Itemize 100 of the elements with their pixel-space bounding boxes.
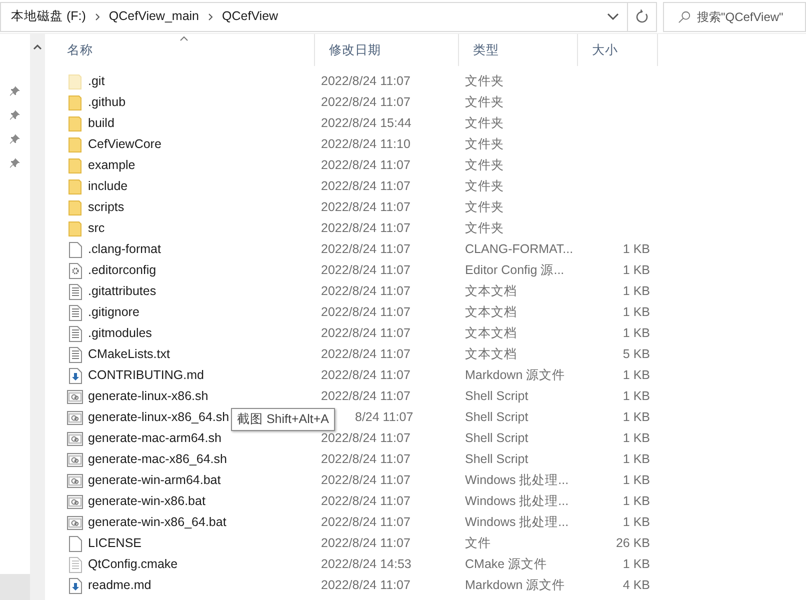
file-name[interactable]: src [88, 219, 105, 238]
file-name[interactable]: .github [88, 93, 126, 112]
file-name[interactable]: .clang-format [88, 240, 161, 259]
size-cell-text: 1 KB [622, 556, 650, 574]
date-cell: 2022/8/24 11:07 [321, 431, 410, 446]
breadcrumb[interactable]: QCefView [222, 7, 278, 26]
type-cell: 文件夹 [465, 95, 504, 110]
size-cell-text: 5 KB [622, 346, 650, 364]
type-cell: Shell Script [465, 389, 528, 404]
pin-icon[interactable] [10, 86, 20, 96]
download-file-icon [68, 368, 82, 384]
pin-icon[interactable] [10, 158, 20, 168]
type-cell: 文件夹 [465, 116, 504, 130]
file-name[interactable]: QtConfig.cmake [88, 555, 178, 574]
file-name[interactable]: include [88, 177, 128, 196]
file-name[interactable]: generate-mac-x86_64.sh [88, 450, 227, 469]
date-cell: 2022/8/24 11:07 [321, 263, 410, 278]
size-cell-text: 26 KB [616, 535, 650, 552]
file-icon [68, 242, 82, 258]
file-icon [68, 536, 82, 552]
type-cell: 文本文档 [465, 326, 517, 340]
file-name[interactable]: generate-linux-x86.sh [88, 387, 208, 406]
size-cell-text: 1 KB [622, 451, 650, 468]
date-cell: 2022/8/24 11:07 [321, 200, 410, 214]
date-cell: 2022/8/24 11:07 [321, 347, 410, 362]
file-name[interactable]: build [88, 114, 114, 133]
file-name[interactable]: readme.md [88, 576, 152, 595]
date-cell: 2022/8/24 11:07 [321, 284, 410, 298]
date-cell: 2022/8/24 11:07 [321, 158, 410, 172]
download-file-icon [68, 578, 82, 594]
search-box[interactable]: 搜索"QCefView" [663, 2, 806, 32]
date-cell: 8/24 11:07 [355, 410, 414, 424]
file-name[interactable]: generate-win-x86.bat [88, 492, 206, 511]
date-cell: 2022/8/24 11:07 [321, 473, 410, 488]
size-cell-text: 1 KB [622, 388, 650, 406]
pin-icon[interactable] [10, 134, 20, 144]
date-cell: 2022/8/24 11:07 [321, 494, 410, 508]
date-cell: 2022/8/24 11:07 [321, 515, 410, 530]
breadcrumb[interactable]: 本地磁盘 (F:) [11, 7, 86, 26]
type-cell: 文本文档 [465, 305, 517, 320]
folder-icon [68, 136, 82, 152]
file-name[interactable]: .git [88, 72, 105, 91]
file-name[interactable]: CefViewCore [88, 135, 162, 154]
file-name[interactable]: .gitmodules [88, 324, 152, 343]
file-name[interactable]: LICENSE [88, 534, 142, 553]
type-cell: 文件夹 [465, 137, 504, 152]
address-bar[interactable]: 本地磁盘 (F:) QCefView_main QCefView [0, 2, 657, 32]
folder-icon [68, 74, 82, 90]
type-cell: Markdown 源文件 [465, 578, 566, 592]
folder-icon [68, 116, 82, 132]
scrollbar[interactable] [30, 34, 45, 600]
search-field[interactable]: 搜索"QCefView" [697, 8, 805, 26]
size-cell-text: 1 KB [622, 241, 650, 258]
date-cell: 2022/8/24 11:07 [321, 95, 410, 110]
size-cell-text: 1 KB [622, 472, 650, 490]
text-file-icon [68, 346, 82, 362]
breadcrumb[interactable]: QCefView_main [108, 7, 200, 26]
file-name[interactable]: CMakeLists.txt [88, 345, 170, 364]
dropdown-icon[interactable] [607, 12, 619, 20]
folder-icon [68, 220, 82, 236]
date-cell: 2022/8/24 11:07 [321, 221, 410, 236]
size-cell-text: 1 KB [622, 262, 650, 280]
text-file-icon [68, 556, 82, 572]
file-name[interactable]: .gitattributes [88, 282, 156, 301]
size-cell-text: 1 KB [622, 514, 650, 532]
column-header[interactable]: 类型 [459, 34, 578, 66]
date-cell: 2022/8/24 11:07 [321, 74, 410, 88]
size-cell-text: 1 KB [622, 409, 650, 426]
column-header[interactable]: 名称 [53, 34, 315, 66]
script-file-icon [67, 410, 83, 424]
type-cell: Windows 批处理... [465, 494, 569, 508]
scroll-up-icon[interactable] [33, 44, 42, 50]
file-name[interactable]: .editorconfig [88, 261, 156, 280]
column-header[interactable]: 修改日期 [315, 34, 459, 66]
text-file-icon [68, 304, 82, 320]
file-name[interactable]: .gitignore [88, 303, 140, 322]
file-name[interactable]: generate-mac-arm64.sh [88, 429, 222, 448]
search-icon [678, 10, 691, 24]
file-name[interactable]: generate-win-x86_64.bat [88, 513, 226, 532]
date-cell: 2022/8/24 11:07 [321, 389, 410, 404]
type-cell: 文件夹 [465, 74, 504, 88]
type-cell: 文本文档 [465, 347, 517, 362]
size-cell-text: 1 KB [622, 367, 650, 384]
size-cell-text: 1 KB [622, 430, 650, 448]
file-name[interactable]: example [88, 156, 136, 175]
type-cell: Editor Config 源... [465, 263, 564, 278]
pin-icon[interactable] [10, 110, 20, 120]
type-cell: Windows 批处理... [465, 515, 569, 530]
script-file-icon [67, 474, 83, 488]
file-name[interactable]: scripts [88, 198, 124, 217]
column-header[interactable]: 大小 [578, 34, 658, 66]
file-name[interactable]: generate-linux-x86_64.sh [88, 408, 230, 427]
size-cell-text: 1 KB [622, 493, 650, 510]
file-name[interactable]: CONTRIBUTING.md [88, 366, 204, 385]
size-cell-text: 1 KB [622, 325, 650, 342]
date-cell: 2022/8/24 14:53 [321, 557, 412, 572]
file-name[interactable]: generate-win-arm64.bat [88, 471, 221, 490]
type-cell: 文件夹 [465, 221, 504, 236]
size-cell-text: 1 KB [622, 283, 650, 300]
date-cell: 2022/8/24 15:44 [321, 116, 412, 130]
